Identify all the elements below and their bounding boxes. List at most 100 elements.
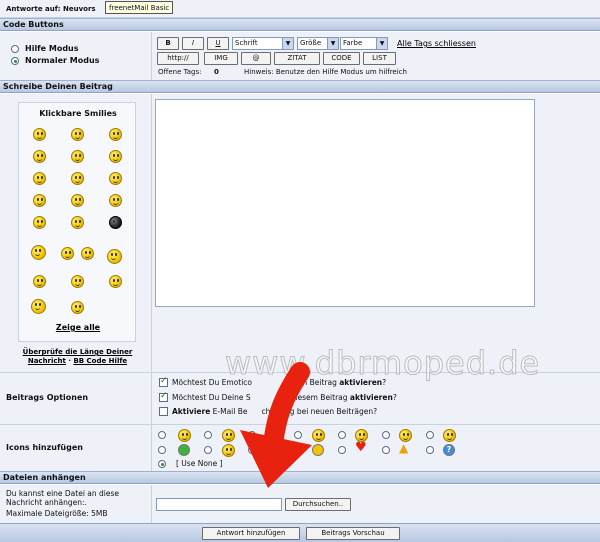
underline-button[interactable]: U [207, 37, 229, 50]
bbcode-help-link[interactable]: BB Code Hilfe [73, 357, 127, 365]
list-button[interactable]: LIST [363, 52, 396, 65]
icon-radio[interactable] [338, 446, 346, 454]
icon-radio[interactable] [426, 431, 434, 439]
smiley-icon[interactable] [109, 128, 122, 141]
option-notify-text: Aktiviere E-Mail Be chtigung bei neuen Be… [172, 407, 377, 416]
attachments-description: Du kannst eine Datei an diese Nachricht … [6, 489, 120, 507]
message-cell [152, 94, 600, 372]
icon-radio[interactable] [248, 431, 256, 439]
section-title-attachments: Dateien anhängen [3, 473, 86, 482]
preview-button[interactable]: Beitrags Vorschau [306, 527, 400, 540]
groesse-value: Größe [300, 39, 322, 47]
chevron-down-icon: ▼ [282, 38, 293, 49]
icon-radio[interactable] [294, 446, 302, 454]
smiley-icon[interactable] [71, 194, 84, 207]
icon-radio[interactable] [294, 431, 302, 439]
length-help-links: Überprüfe die Länge Deiner Nachricht · B… [10, 348, 145, 366]
icon-radio[interactable] [338, 431, 346, 439]
groesse-select[interactable]: Größe ▼ [297, 37, 339, 50]
watermark: www.dbrmoped.de [224, 344, 541, 383]
smiley-icon[interactable] [109, 150, 122, 163]
schrift-value: Schrift [235, 39, 258, 47]
show-all-smilies-link[interactable]: Zeige alle [19, 323, 137, 332]
option-text-part: chtigung bei neuen Beiträgen? [261, 407, 378, 416]
icons-cell: ♥ ▲ ? [ Use None ] [152, 424, 600, 471]
browse-button[interactable]: Durchsuchen.. [285, 498, 351, 511]
smiley-icon[interactable] [109, 275, 122, 288]
option-text-part: Möchtest Du Deine S [172, 393, 251, 402]
smiley-icon[interactable] [71, 301, 84, 314]
warning-icon: ▲ [399, 441, 409, 455]
submit-reply-button[interactable]: Antwort hinzufügen [202, 527, 300, 540]
option-signature-text: Möchtest Du Deine S in diesem Beitrag ak… [172, 393, 397, 402]
options-label-cell: Beitrags Optionen [0, 372, 152, 424]
smiley-icon[interactable] [33, 172, 46, 185]
smiley-icon[interactable] [33, 194, 46, 207]
icon-radio[interactable] [382, 431, 390, 439]
message-textarea[interactable] [155, 99, 535, 307]
smiley-icon[interactable] [33, 275, 46, 288]
smiley-icon[interactable] [109, 194, 122, 207]
icon-radio[interactable] [204, 446, 212, 454]
mode-cell: Hilfe Modus Normaler Modus [0, 32, 152, 80]
icon-radio[interactable] [382, 446, 390, 454]
smiley-icon[interactable] [33, 150, 46, 163]
emoticons-checkbox[interactable] [159, 376, 168, 387]
chevron-down-icon: ▼ [376, 38, 387, 49]
smiley-icon [266, 429, 279, 442]
option-text-part: E-Mail Be [212, 407, 248, 416]
smiley-icon[interactable] [109, 216, 122, 229]
icon-radio[interactable] [426, 446, 434, 454]
italic-button[interactable]: I [182, 37, 204, 50]
code-buttons-cell: B I U Schrift ▼ Größe ▼ Farbe ▼ Alle Tag… [152, 32, 600, 80]
smiley-icon[interactable] [71, 150, 84, 163]
img-button[interactable]: IMG [204, 52, 238, 65]
smiley-icon[interactable] [33, 128, 46, 141]
smiley-icon[interactable] [31, 245, 46, 260]
option-text-bold: aktivieren [349, 393, 393, 402]
normaler-modus-radio[interactable] [11, 57, 19, 65]
icon-radio[interactable] [158, 431, 166, 439]
email-button[interactable]: @ [241, 52, 271, 65]
smiley-icon[interactable] [81, 247, 94, 260]
section-title-code-buttons: Code Buttons [3, 20, 64, 29]
smiley-icon[interactable] [107, 249, 122, 264]
option-text-part: in diesem Beitrag [281, 393, 348, 402]
smiley-icon[interactable] [71, 128, 84, 141]
code-button[interactable]: CODE [323, 52, 360, 65]
close-tags-link[interactable]: Alle Tags schliessen [397, 39, 476, 48]
farbe-value: Farbe [343, 39, 363, 47]
open-tags-value: 0 [214, 68, 219, 76]
smiley-icon[interactable] [61, 247, 74, 260]
hilfe-modus-radio[interactable] [11, 45, 19, 53]
use-none-radio[interactable] [158, 460, 166, 468]
schrift-select[interactable]: Schrift ▼ [232, 37, 294, 50]
smiley-icon[interactable] [33, 216, 46, 229]
attachments-label-cell: Du kannst eine Datei an diese Nachricht … [0, 485, 152, 523]
bold-button[interactable]: B [157, 37, 179, 50]
question-icon: ? [443, 444, 455, 456]
farbe-select[interactable]: Farbe ▼ [340, 37, 388, 50]
section-title-compose: Schreibe Deinen Beitrag [3, 82, 113, 91]
section-code-buttons: Code Buttons [0, 18, 600, 31]
smiley-icon[interactable] [71, 216, 84, 229]
section-attachments: Dateien anhängen [0, 471, 600, 484]
icon-radio[interactable] [204, 431, 212, 439]
smiley-icon[interactable] [109, 172, 122, 185]
reply-label: Antworte auf: [6, 5, 61, 13]
icon-radio[interactable] [248, 446, 256, 454]
smiley-icon[interactable] [71, 172, 84, 185]
url-button[interactable]: http:// [157, 52, 199, 65]
email-notify-checkbox[interactable] [159, 407, 168, 416]
star-icon [312, 444, 324, 456]
smilies-title: Klickbare Smilies [39, 109, 117, 118]
zitat-button[interactable]: ZITAT [274, 52, 320, 65]
smiley-icon [222, 444, 235, 457]
green-smiley-icon [178, 444, 190, 456]
smiley-icon[interactable] [31, 299, 46, 314]
file-path-input[interactable] [156, 498, 282, 511]
icon-radio[interactable] [158, 446, 166, 454]
normaler-modus-label: Normaler Modus [25, 56, 100, 65]
signature-checkbox[interactable] [159, 391, 168, 402]
smiley-icon[interactable] [71, 275, 84, 288]
